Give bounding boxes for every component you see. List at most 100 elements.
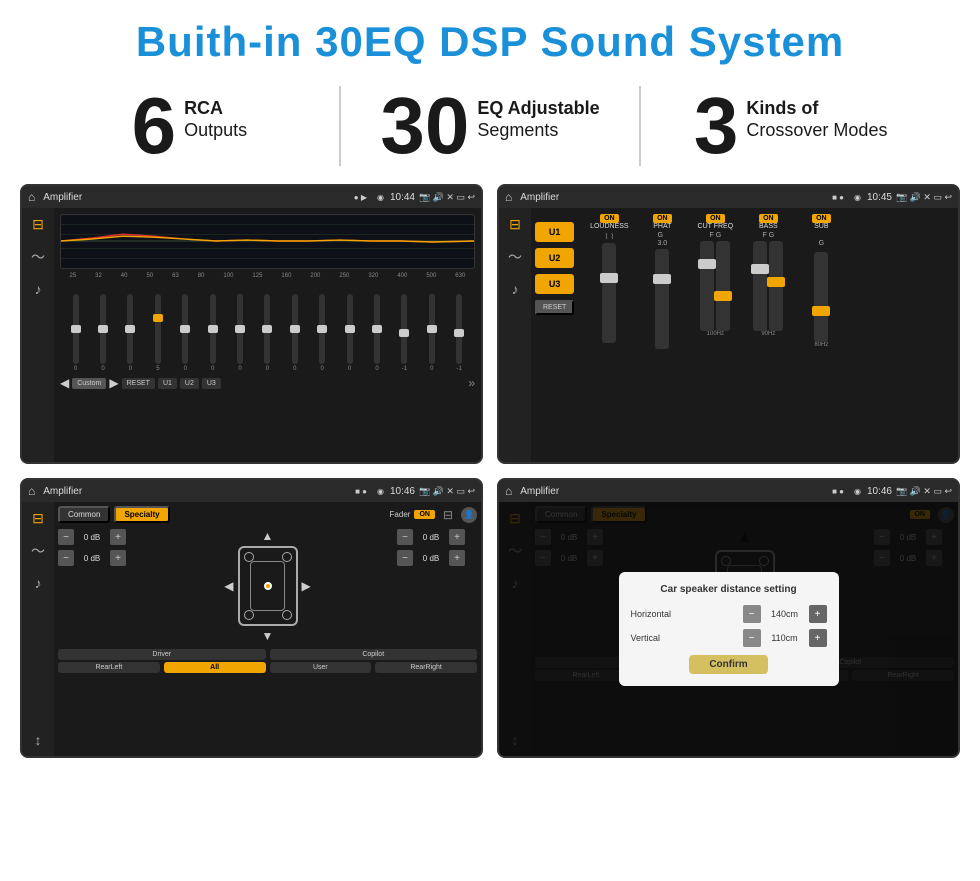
rearright-btn[interactable]: RearRight: [375, 662, 477, 673]
eq-slider-track-13[interactable]: [429, 294, 435, 364]
down-arrow[interactable]: ▼: [262, 629, 274, 643]
equalizer-icon-2[interactable]: ⊟: [509, 216, 521, 233]
time-1: 10:44: [390, 192, 415, 203]
minus-btn-4[interactable]: −: [397, 550, 413, 566]
minus-btn-1[interactable]: −: [58, 529, 74, 545]
eq-slider-col-13: 0: [429, 294, 435, 372]
plus-btn-3[interactable]: +: [449, 529, 465, 545]
reset-btn-1[interactable]: RESET: [122, 378, 155, 389]
equalizer-icon-3[interactable]: ⊟: [32, 510, 44, 527]
more-icon[interactable]: »: [468, 376, 475, 390]
bass-slider-1[interactable]: [753, 241, 767, 331]
eq-slider-track-6[interactable]: [237, 294, 243, 364]
eq-slider-track-3[interactable]: [155, 294, 161, 364]
vertical-minus-btn[interactable]: −: [743, 629, 761, 647]
phat-slider[interactable]: [655, 249, 669, 349]
eq-slider-col-14: -1: [456, 294, 462, 372]
dialog-box: Car speaker distance setting Horizontal …: [619, 572, 839, 686]
status-icons-4: 📷 🔊 ✕ ▭ ↩: [896, 486, 952, 497]
eq-slider-track-11[interactable]: [374, 294, 380, 364]
feature-sublabel-rca: Outputs: [184, 120, 247, 142]
vertical-plus-btn[interactable]: +: [809, 629, 827, 647]
confirm-button[interactable]: Confirm: [689, 655, 767, 674]
u3-btn[interactable]: U3: [535, 274, 574, 294]
eq-slider-val-8: 0: [293, 366, 296, 372]
car-inner: [250, 561, 285, 611]
cutfreq-slider-2[interactable]: [716, 241, 730, 331]
fader-slider-icon: ⊟: [443, 508, 453, 522]
channel-name-loudness: LOUDNESS: [590, 223, 629, 230]
plus-btn-2[interactable]: +: [110, 550, 126, 566]
eq-slider-track-2[interactable]: [127, 294, 133, 364]
eq-slider-track-14[interactable]: [456, 294, 462, 364]
dot-icons-2: ■ ●: [832, 193, 844, 202]
bass-slider-2[interactable]: [769, 241, 783, 331]
common-tab[interactable]: Common: [58, 506, 110, 523]
status-icons-2: 📷 🔊 ✕ ▭ ↩: [896, 192, 952, 203]
eq-slider-track-5[interactable]: [210, 294, 216, 364]
specialty-tab[interactable]: Specialty: [114, 506, 169, 523]
equalizer-icon[interactable]: ⊟: [32, 216, 44, 233]
fader-on[interactable]: ON: [414, 510, 435, 519]
cutfreq-thumb-1: [698, 259, 716, 269]
plus-btn-1[interactable]: +: [110, 529, 126, 545]
speaker-icon-2[interactable]: ♪: [512, 281, 519, 297]
eq-slider-track-1[interactable]: [100, 294, 106, 364]
up-arrow[interactable]: ▲: [262, 529, 274, 543]
u1-btn-1[interactable]: U1: [158, 378, 177, 389]
eq-slider-col-11: 0: [374, 294, 380, 372]
loudness-slider[interactable]: [602, 243, 616, 343]
waveform-icon-2[interactable]: 〜: [508, 247, 522, 267]
cutfreq-slider-1[interactable]: [700, 241, 714, 331]
feature-number-eq: 30: [380, 86, 469, 166]
time-3: 10:46: [390, 486, 415, 497]
u2-btn-1[interactable]: U2: [180, 378, 199, 389]
eq-slider-track-7[interactable]: [264, 294, 270, 364]
eq-slider-track-0[interactable]: [73, 294, 79, 364]
minus-btn-2[interactable]: −: [58, 550, 74, 566]
waveform-icon-3[interactable]: 〜: [31, 541, 45, 561]
u1-btn[interactable]: U1: [535, 222, 574, 242]
vertical-control: − 110cm +: [743, 629, 827, 647]
speaker-icon[interactable]: ♪: [35, 281, 42, 297]
user-btn[interactable]: User: [270, 662, 372, 673]
speaker-icon-3[interactable]: ♪: [35, 575, 42, 591]
right-arrow[interactable]: ▶: [302, 579, 311, 593]
eq-slider-track-12[interactable]: [401, 294, 407, 364]
left-arrow[interactable]: ◀: [224, 579, 233, 593]
profile-icon[interactable]: 👤: [461, 507, 477, 523]
divider-2: [639, 86, 641, 166]
custom-preset-btn[interactable]: Custom: [72, 378, 106, 389]
waveform-icon[interactable]: 〜: [31, 247, 45, 267]
dot-icons-1: ● ▶: [354, 193, 367, 202]
eq-slider-val-9: 0: [321, 366, 324, 372]
volume-icon-3[interactable]: ↕: [35, 732, 42, 748]
minus-btn-3[interactable]: −: [397, 529, 413, 545]
eq-slider-val-4: 0: [184, 366, 187, 372]
horizontal-label: Horizontal: [631, 609, 691, 619]
prev-icon[interactable]: ◀: [60, 376, 69, 390]
sub-slider[interactable]: [814, 252, 828, 342]
eq-slider-col-2: 0: [127, 294, 133, 372]
eq-slider-val-5: 0: [211, 366, 214, 372]
eq-slider-track-8[interactable]: [292, 294, 298, 364]
horizontal-plus-btn[interactable]: +: [809, 605, 827, 623]
dialog-title: Car speaker distance setting: [631, 584, 827, 595]
rearleft-btn[interactable]: RearLeft: [58, 662, 160, 673]
eq-slider-track-9[interactable]: [319, 294, 325, 364]
driver-btn[interactable]: Driver: [58, 649, 266, 660]
plus-btn-4[interactable]: +: [449, 550, 465, 566]
horizontal-minus-btn[interactable]: −: [743, 605, 761, 623]
copilot-btn[interactable]: Copilot: [270, 649, 478, 660]
eq-slider-col-0: 0: [73, 294, 79, 372]
eq-slider-track-4[interactable]: [182, 294, 188, 364]
eq-slider-track-10[interactable]: [347, 294, 353, 364]
reset-btn-2[interactable]: RESET: [535, 300, 574, 315]
eq-slider-col-4: 0: [182, 294, 188, 372]
db-value-1: 0 dB: [77, 533, 107, 542]
next-icon[interactable]: ▶: [109, 376, 118, 390]
all-btn[interactable]: All: [164, 662, 266, 673]
on-badge-bass: ON: [759, 214, 778, 223]
u2-btn[interactable]: U2: [535, 248, 574, 268]
u3-btn-1[interactable]: U3: [202, 378, 221, 389]
